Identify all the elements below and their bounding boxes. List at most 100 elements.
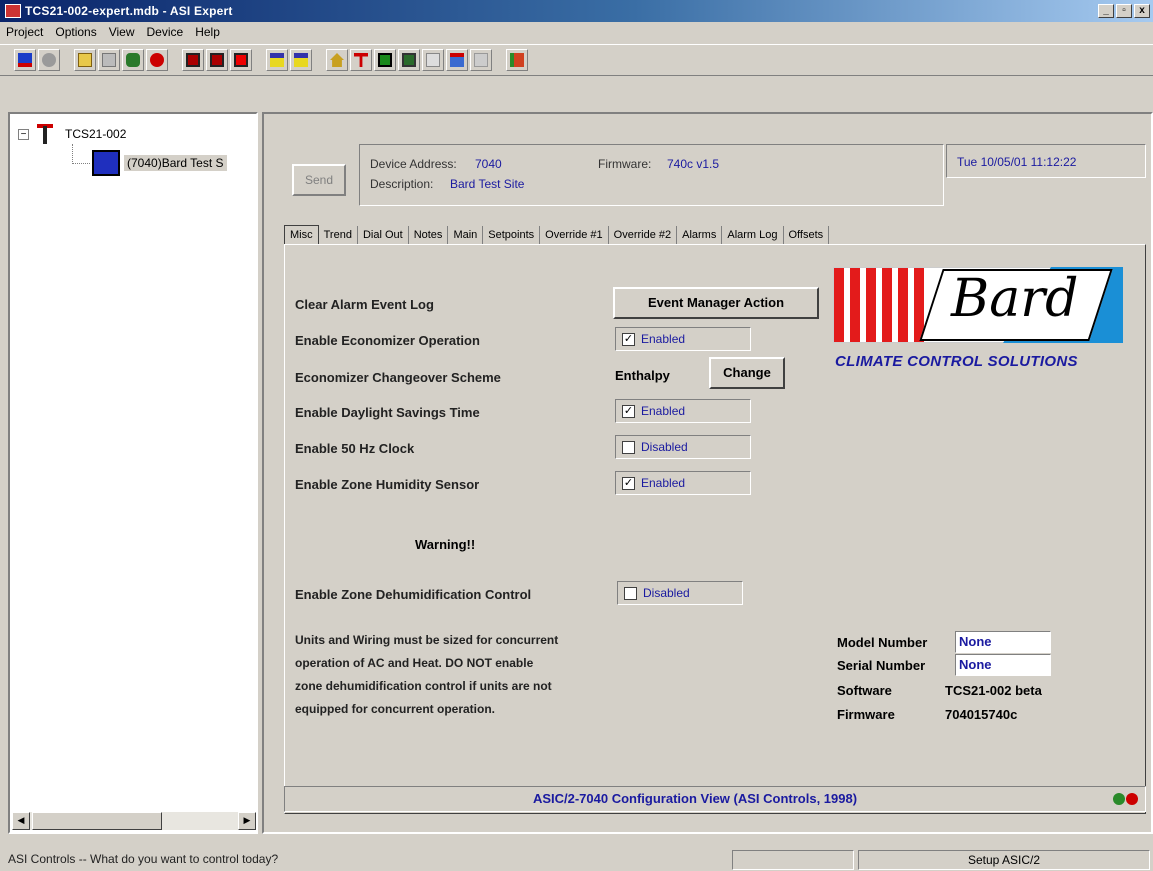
device-tree: − TCS21-002 (7040)Bard Test S ◀ ▶	[8, 112, 258, 834]
device-address-value: 7040	[475, 157, 502, 171]
config-status-text: ASIC/2-7040 Configuration View (ASI Cont…	[532, 791, 858, 806]
disk-icon[interactable]	[38, 49, 60, 71]
monitor-icon[interactable]	[374, 49, 396, 71]
dst-checkbox[interactable]: ✓ Enabled	[615, 399, 751, 423]
config-view: Send Device Address: 7040 Firmware: 740c…	[262, 112, 1153, 834]
bw-icon[interactable]	[446, 49, 468, 71]
status-cell-setup: Setup ASIC/2	[858, 850, 1150, 870]
send-button[interactable]: Send	[292, 164, 346, 196]
horizontal-scrollbar[interactable]: ◀ ▶	[12, 812, 256, 830]
firmware-value: 740c v1.5	[667, 157, 720, 171]
model-number-label: Model Number	[837, 635, 928, 650]
panel-icon[interactable]	[398, 49, 420, 71]
window-title: TCS21-002-expert.mdb - ASI Expert	[25, 4, 233, 18]
tab-main[interactable]: Main	[448, 226, 484, 244]
collapse-icon[interactable]: −	[18, 128, 29, 140]
dos-icon[interactable]	[266, 49, 288, 71]
firmware-info-value: 704015740c	[945, 707, 1018, 722]
description-label: Description:	[370, 177, 434, 191]
serial-number-label: Serial Number	[837, 658, 926, 673]
device-icon	[92, 150, 120, 176]
tab-alarms[interactable]: Alarms	[677, 226, 723, 244]
menu-bar: Project Options View Device Help	[0, 22, 1153, 42]
menu-help[interactable]: Help	[195, 25, 220, 39]
warning-line: equipped for concurrent operation.	[295, 702, 496, 716]
tab-override-1[interactable]: Override #1	[540, 226, 609, 244]
serial-number-field[interactable]: None	[955, 654, 1051, 676]
scroll-left-icon[interactable]: ◀	[12, 812, 30, 830]
toolbar	[0, 44, 1153, 76]
humidity-sensor-state: Enabled	[641, 476, 686, 490]
tab-notes[interactable]: Notes	[409, 226, 449, 244]
device-info-panel: Device Address: 7040 Firmware: 740c v1.5…	[359, 144, 944, 206]
checkbox-checked-icon[interactable]: ✓	[622, 476, 635, 490]
tree-root[interactable]: − TCS21-002	[18, 122, 126, 146]
checkbox-unchecked-icon[interactable]	[622, 440, 635, 454]
title-bar: TCS21-002-expert.mdb - ASI Expert _ ▫ x	[0, 0, 1153, 22]
menu-view[interactable]: View	[109, 25, 135, 39]
firmware-info-label: Firmware	[837, 707, 895, 722]
menu-project[interactable]: Project	[6, 25, 43, 39]
checkbox-checked-icon[interactable]: ✓	[622, 332, 635, 346]
status-lights-icon	[1109, 790, 1141, 808]
tab-offsets[interactable]: Offsets	[784, 226, 830, 244]
change-button[interactable]: Change	[709, 357, 785, 389]
record-icon[interactable]	[146, 49, 168, 71]
dst-state: Enabled	[641, 404, 686, 418]
connect-icon[interactable]	[14, 49, 36, 71]
checkbox-unchecked-icon[interactable]	[624, 586, 637, 600]
tab-setpoints[interactable]: Setpoints	[483, 226, 541, 244]
minimize-button[interactable]: _	[1098, 4, 1114, 18]
restore-button[interactable]: ▫	[1116, 4, 1132, 18]
folder-icon[interactable]	[74, 49, 96, 71]
economizer-label: Enable Economizer Operation	[295, 333, 480, 348]
description-value: Bard Test Site	[450, 177, 525, 191]
doc-icon[interactable]	[470, 49, 492, 71]
event-manager-button[interactable]: Event Manager Action	[613, 287, 819, 319]
hz-clock-checkbox[interactable]: Disabled	[615, 435, 751, 459]
tab-alarm-log[interactable]: Alarm Log	[722, 226, 784, 244]
logo-wordmark: Bard	[951, 269, 1079, 329]
changeover-value: Enthalpy	[615, 368, 670, 383]
close-button[interactable]: x	[1134, 4, 1150, 18]
status-cell-empty	[732, 850, 854, 870]
status-bar: ASI Controls -- What do you want to cont…	[0, 848, 1153, 871]
tree-connector	[72, 163, 90, 164]
menu-device[interactable]: Device	[147, 25, 184, 39]
software-value: TCS21-002 beta	[945, 683, 1042, 698]
save-all-icon[interactable]	[230, 49, 252, 71]
home-icon[interactable]	[326, 49, 348, 71]
dehumid-label: Enable Zone Dehumidification Control	[295, 587, 532, 602]
tree-item-label[interactable]: (7040)Bard Test S	[124, 155, 227, 171]
scroll-right-icon[interactable]: ▶	[238, 812, 256, 830]
economizer-checkbox[interactable]: ✓ Enabled	[615, 327, 751, 351]
grid-icon[interactable]	[98, 49, 120, 71]
humidity-sensor-checkbox[interactable]: ✓ Enabled	[615, 471, 751, 495]
tab-override-2[interactable]: Override #2	[609, 226, 678, 244]
chart-icon[interactable]	[506, 49, 528, 71]
model-number-field[interactable]: None	[955, 631, 1051, 653]
tab-strip: Misc Trend Dial Out Notes Main Setpoints…	[284, 218, 830, 244]
dehumid-checkbox[interactable]: Disabled	[617, 581, 743, 605]
plot-icon[interactable]	[422, 49, 444, 71]
menu-options[interactable]: Options	[55, 25, 96, 39]
binoculars-icon[interactable]	[122, 49, 144, 71]
ti-icon[interactable]	[350, 49, 372, 71]
scroll-thumb[interactable]	[32, 812, 162, 830]
checkbox-checked-icon[interactable]: ✓	[622, 404, 635, 418]
dos-2-icon[interactable]	[290, 49, 312, 71]
save-as-icon[interactable]	[206, 49, 228, 71]
warning-line: zone dehumidification control if units a…	[295, 679, 552, 693]
tab-misc[interactable]: Misc	[284, 225, 319, 244]
dehumid-state: Disabled	[643, 586, 690, 600]
status-message: ASI Controls -- What do you want to cont…	[8, 852, 279, 866]
hz-clock-label: Enable 50 Hz Clock	[295, 441, 415, 456]
device-address-label: Device Address:	[370, 157, 457, 171]
tree-connector	[72, 144, 73, 164]
tab-dial-out[interactable]: Dial Out	[358, 226, 409, 244]
tree-root-label[interactable]: TCS21-002	[65, 127, 126, 141]
network-icon	[35, 122, 59, 146]
tree-item-device[interactable]: (7040)Bard Test S	[92, 150, 227, 176]
save-icon[interactable]	[182, 49, 204, 71]
tab-trend[interactable]: Trend	[319, 226, 358, 244]
